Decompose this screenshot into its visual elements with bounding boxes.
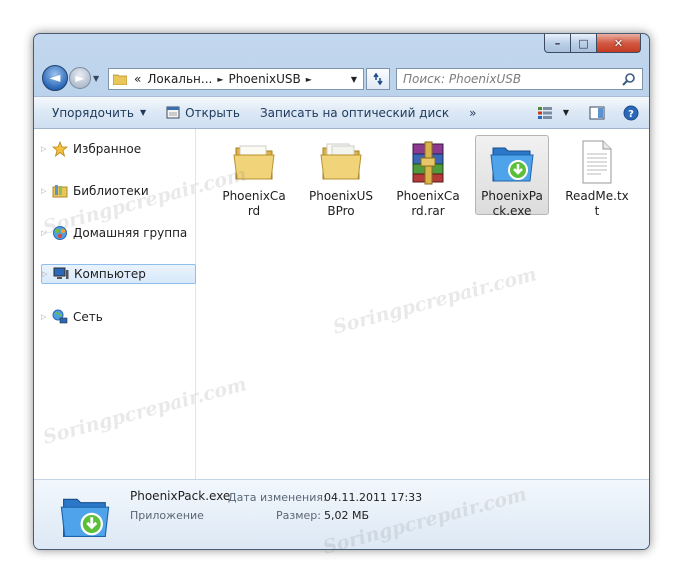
preview-pane-icon[interactable]	[589, 106, 605, 120]
forward-button[interactable]: ►	[69, 67, 91, 89]
details-file-type: Приложение	[130, 509, 204, 522]
folder-icon	[113, 74, 127, 85]
view-options-dropdown[interactable]: ▼	[563, 108, 569, 117]
file-label: PhoenixUSBPro	[309, 189, 374, 218]
file-label: PhoenixPack.exe	[481, 189, 543, 218]
address-bar[interactable]: « Локальн... ► PhoenixUSB ► ▼	[108, 68, 364, 90]
breadcrumb-separator[interactable]: ►	[306, 75, 312, 84]
file-list: PhoenixCard PhoenixUSBPro PhoenixCard.ra…	[204, 129, 649, 479]
computer-icon	[52, 266, 70, 282]
installer-icon	[490, 147, 534, 182]
close-button[interactable]: ✕	[597, 34, 641, 53]
command-bar: Упорядочить ▼ Открыть Записать на оптиче…	[34, 96, 649, 129]
arrow-right-icon: ►	[75, 71, 85, 85]
breadcrumb-current[interactable]: PhoenixUSB	[229, 72, 301, 86]
nav-item-label: Домашняя группа	[73, 226, 188, 240]
installer-icon	[60, 498, 110, 537]
file-item-phoenixcard-rar[interactable]: PhoenixCard.rar	[391, 135, 465, 218]
navigation-pane: ▷ Избранное ▷ Библиотеки ▷ Домашняя груп…	[34, 129, 196, 479]
expand-arrow-icon[interactable]: ▷	[41, 145, 51, 153]
nav-item-label: Сеть	[73, 310, 103, 324]
network-icon	[51, 309, 69, 325]
nav-item-label: Избранное	[73, 142, 142, 156]
expand-arrow-icon[interactable]: ▷	[42, 270, 52, 278]
expand-arrow-icon[interactable]: ▷	[41, 229, 51, 237]
rar-archive-icon	[412, 141, 444, 185]
breadcrumb-local-disk[interactable]: Локальн...	[147, 72, 212, 86]
file-label: PhoenixCard.rar	[396, 189, 460, 218]
view-options-icon[interactable]	[537, 106, 553, 120]
help-icon[interactable]: ?	[623, 105, 639, 121]
search-input[interactable]	[403, 72, 613, 86]
search-icon[interactable]	[622, 72, 636, 86]
file-label: ReadMe.txt	[565, 189, 629, 218]
svg-text:?: ?	[628, 109, 634, 120]
homegroup-icon	[51, 225, 69, 241]
chevron-down-icon: ▼	[350, 74, 358, 84]
refresh-icon	[373, 72, 383, 86]
address-dropdown[interactable]: ▼	[347, 71, 361, 87]
minimize-button[interactable]: –	[544, 34, 571, 53]
file-item-phoenixcard[interactable]: PhoenixCard	[217, 135, 291, 218]
open-icon	[166, 106, 180, 119]
nav-item-network[interactable]: ▷ Сеть	[41, 307, 196, 327]
back-button[interactable]: ◄	[42, 65, 68, 91]
nav-item-favorites[interactable]: ▷ Избранное	[41, 139, 196, 159]
toolbar-right: ▼ ?	[537, 97, 639, 128]
chevron-down-icon: ▼	[139, 108, 147, 117]
star-icon	[51, 141, 69, 157]
refresh-button[interactable]	[366, 68, 390, 90]
more-commands-label: »	[469, 105, 477, 120]
details-file-name: PhoenixPack.exe	[130, 489, 231, 503]
recent-pages-button[interactable]: ▼	[93, 71, 103, 85]
open-label: Открыть	[185, 105, 240, 120]
nav-item-homegroup[interactable]: ▷ Домашняя группа	[41, 223, 196, 243]
file-item-readme-txt[interactable]: ReadMe.txt	[560, 135, 634, 218]
address-row: ◄ ► ▼ « Локальн... ► PhoenixUSB ► ▼	[42, 64, 643, 92]
caption-buttons: – □ ✕	[544, 34, 641, 56]
file-label: PhoenixCard	[222, 189, 286, 218]
maximize-button[interactable]: □	[571, 34, 597, 53]
more-commands-button[interactable]: »	[459, 97, 486, 128]
text-file-icon	[582, 140, 612, 184]
file-item-phoenixusbpro[interactable]: PhoenixUSBPro	[304, 135, 378, 218]
details-pane: PhoenixPack.exe Дата изменения: 04.11.20…	[34, 479, 649, 549]
expand-arrow-icon[interactable]: ▷	[41, 313, 51, 321]
expand-arrow-icon[interactable]: ▷	[41, 187, 51, 195]
breadcrumb-overflow[interactable]: «	[134, 72, 141, 86]
nav-item-computer[interactable]: ▷ Компьютер	[41, 264, 196, 284]
details-size-value: 5,02 МБ	[324, 509, 370, 522]
file-item-phoenixpack-exe[interactable]: PhoenixPack.exe	[475, 135, 549, 218]
nav-item-libraries[interactable]: ▷ Библиотеки	[41, 181, 196, 201]
search-box[interactable]	[396, 68, 643, 90]
burn-disc-label: Записать на оптический диск	[259, 105, 450, 120]
organize-label: Упорядочить	[52, 105, 134, 120]
chevron-down-icon: ▼	[93, 73, 100, 83]
details-size-label: Размер:	[276, 509, 321, 522]
folder-icon	[320, 143, 362, 180]
burn-disc-button[interactable]: Записать на оптический диск	[250, 97, 459, 128]
breadcrumb-separator[interactable]: ►	[217, 75, 223, 84]
open-button[interactable]: Открыть	[156, 97, 250, 128]
arrow-left-icon: ◄	[49, 70, 61, 86]
libraries-icon	[51, 183, 69, 199]
nav-item-label: Библиотеки	[73, 184, 149, 198]
folder-icon	[233, 145, 275, 180]
details-modified-value: 04.11.2011 17:33	[324, 491, 423, 504]
organize-button[interactable]: Упорядочить ▼	[42, 97, 156, 128]
nav-item-label: Компьютер	[74, 267, 146, 281]
details-modified-label: Дата изменения:	[228, 491, 327, 504]
content-area: ▷ Избранное ▷ Библиотеки ▷ Домашняя груп…	[34, 129, 649, 479]
explorer-window: – □ ✕ ◄ ► ▼ « Локальн... ► PhoenixUSB ► …	[33, 33, 650, 550]
